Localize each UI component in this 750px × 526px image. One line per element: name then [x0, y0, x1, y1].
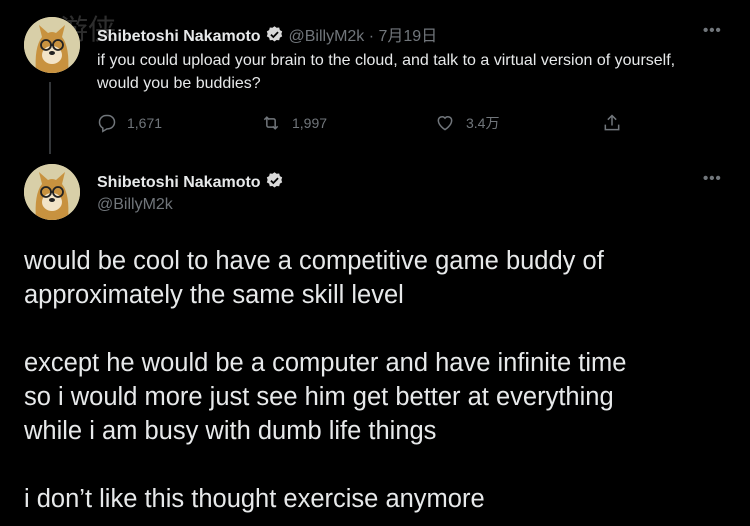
action-bar: 1,671 1,997 3.4万	[97, 113, 637, 137]
tweet-line: i don’t like this thought exercise anymo…	[24, 485, 485, 513]
thread-line	[49, 82, 51, 154]
more-icon[interactable]: •••	[703, 22, 722, 39]
reply-to-text: if you could upload your brain to the cl…	[97, 52, 676, 92]
reply-count: 1,671	[127, 115, 163, 131]
like-count: 3.4万	[466, 115, 500, 131]
share-icon	[604, 114, 620, 131]
reply-icon	[98, 114, 116, 133]
tweet-line: while i am busy with dumb life things	[24, 417, 437, 445]
tweet-line: approximately the same skill level	[24, 281, 404, 309]
tweet-line: except he would be a computer and have i…	[24, 349, 627, 377]
like-icon	[437, 116, 453, 131]
retweet-action[interactable]: 1,997	[260, 113, 327, 133]
author-name[interactable]: Shibetoshi Nakamoto	[97, 174, 261, 191]
handle-date[interactable]: @BillyM2k · 7月19日	[288, 28, 437, 45]
avatar[interactable]	[24, 164, 80, 220]
reply-action[interactable]: 1,671	[97, 113, 162, 133]
more-icon[interactable]: •••	[703, 170, 722, 187]
like-action[interactable]: 3.4万	[434, 113, 499, 133]
tweet-header: Shibetoshi Nakamoto	[97, 171, 284, 195]
tweet-line: would be cool to have a competitive game…	[24, 247, 604, 275]
tweet-body: would be cool to have a competitive game…	[24, 244, 724, 516]
author-handle[interactable]: @BillyM2k	[97, 196, 173, 214]
verified-badge-icon	[265, 171, 284, 195]
author-name[interactable]: Shibetoshi Nakamoto	[97, 28, 261, 45]
share-action[interactable]	[602, 113, 622, 133]
verified-badge-icon	[265, 25, 284, 49]
retweet-icon	[263, 116, 279, 130]
retweet-count: 1,997	[292, 115, 328, 131]
avatar[interactable]	[24, 17, 80, 73]
reply-to-header: Shibetoshi Nakamoto @BillyM2k · 7月19日	[97, 22, 437, 49]
tweet-line: so i would more just see him get better …	[24, 383, 614, 411]
